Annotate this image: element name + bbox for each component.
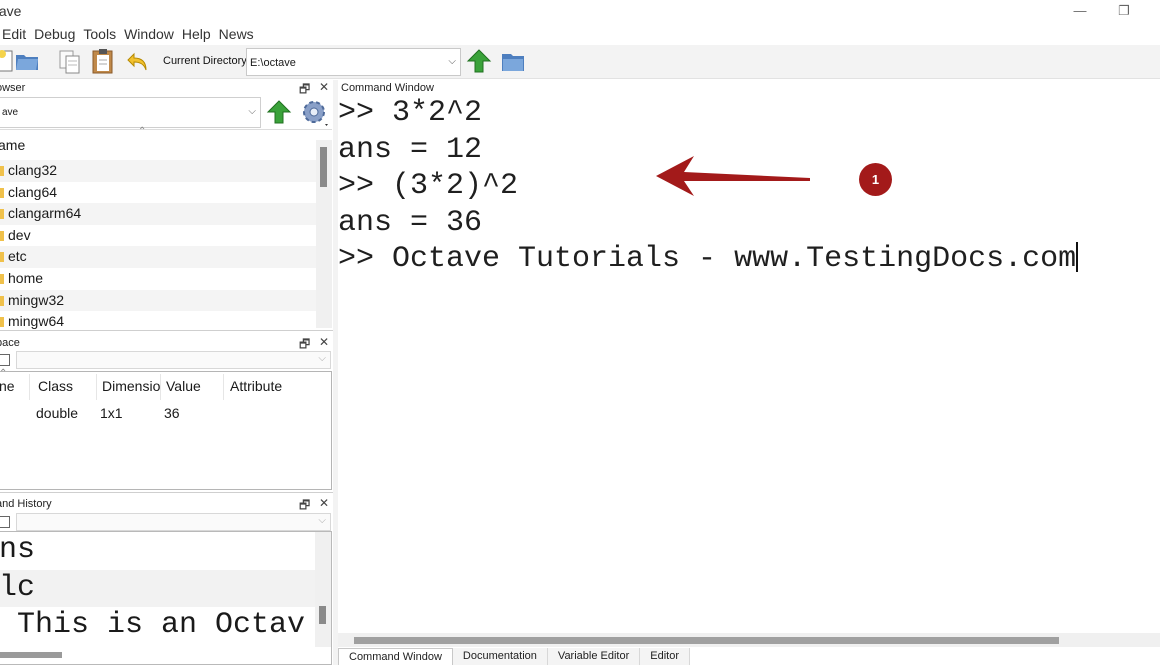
chevron-down-icon[interactable]: ⌵ [318, 353, 326, 364]
folder-item[interactable]: mingw64 [0, 311, 332, 329]
console-line: >> 3*2^2 [338, 96, 483, 130]
history-item[interactable]: ns [0, 532, 331, 570]
app-title: ctave [0, 3, 22, 19]
column-separator [160, 374, 161, 400]
close-icon[interactable]: ✕ [319, 496, 329, 510]
history-scroll-thumb[interactable] [319, 606, 326, 624]
folder-icon [0, 317, 4, 328]
tab-command-window[interactable]: Command Window [338, 648, 453, 665]
panel-divider [0, 492, 333, 493]
folder-icon [0, 209, 4, 220]
column-separator [96, 374, 97, 400]
history-item[interactable]: This is an Octav [0, 607, 331, 645]
current-directory-value: E:\octave [250, 57, 296, 69]
tab-editor[interactable]: Editor [640, 648, 691, 665]
open-folder-icon[interactable] [14, 48, 40, 74]
tab-variable-editor[interactable]: Variable Editor [547, 648, 641, 665]
folder-icon [0, 230, 4, 241]
folder-icon [0, 273, 4, 284]
restore-button[interactable]: ❐ [1101, 0, 1147, 24]
console-input-line[interactable]: >> Octave Tutorials - www.TestingDocs.co… [338, 241, 1160, 278]
folder-item[interactable]: clangarm64 [0, 203, 332, 225]
workspace-title: pace [0, 337, 20, 349]
tab-documentation[interactable]: Documentation [452, 648, 548, 665]
chevron-down-icon[interactable]: ⌵ [248, 106, 256, 117]
name-column-header: ame [0, 137, 26, 153]
annotation-arrow-icon [656, 156, 810, 196]
folder-item[interactable]: clang64 [0, 182, 332, 204]
file-browser-column-header[interactable]: ame [0, 130, 332, 160]
workspace-table: ne Class Dimensio Value Attribute double… [0, 371, 332, 490]
folder-item[interactable]: home [0, 268, 332, 290]
copy-icon[interactable] [57, 49, 83, 75]
chevron-down-icon[interactable]: ⌵ [318, 515, 326, 526]
paste-icon[interactable] [90, 48, 116, 74]
history-scrollbar[interactable] [315, 532, 331, 647]
menu-debug[interactable]: Debug [34, 23, 75, 45]
folder-icon [0, 187, 4, 198]
folder-item[interactable]: dev [0, 225, 332, 247]
history-filter-checkbox[interactable] [0, 516, 10, 528]
column-separator [223, 374, 224, 400]
folder-icon [0, 252, 4, 263]
console-line: ans = 36 [338, 205, 483, 240]
menu-window[interactable]: Window [124, 23, 174, 45]
menu-help[interactable]: Help [182, 23, 211, 45]
command-window-title: Command Window [341, 82, 434, 94]
menu-tools[interactable]: Tools [83, 23, 116, 45]
folder-item[interactable]: clang32 [0, 160, 332, 182]
folder-item[interactable]: mingw32 [0, 289, 332, 312]
workspace-filter-combo[interactable]: ⌵ [16, 351, 331, 369]
name-column-header[interactable]: ne [0, 378, 15, 394]
file-browser-scroll-thumb[interactable] [320, 147, 327, 187]
column-separator [29, 374, 30, 400]
file-browser-title: owser [0, 82, 26, 94]
attribute-column-header[interactable]: Attribute [230, 378, 282, 394]
command-window-hscroll-thumb[interactable] [354, 637, 1059, 644]
bottom-tab-bar: Command Window Documentation Variable Ed… [338, 648, 691, 665]
file-browser-path-combo[interactable]: ave ⌵ [0, 97, 261, 128]
menu-bar: Edit Debug Tools Window Help News [0, 23, 260, 45]
panel-divider [0, 330, 333, 331]
minimize-button[interactable]: — [1057, 0, 1103, 24]
text-cursor [1076, 242, 1079, 272]
menu-news[interactable]: News [219, 23, 254, 45]
annotation-badge: 1 [859, 163, 892, 196]
file-browser-path-value: ave [2, 107, 19, 118]
dimension-column-header[interactable]: Dimensio [102, 378, 160, 394]
undo-icon[interactable] [125, 48, 151, 74]
current-directory-input[interactable]: E:\octave ⌵ [246, 48, 461, 76]
history-filter-combo[interactable]: ⌵ [16, 513, 331, 531]
parent-directory-icon[interactable] [466, 48, 492, 74]
history-item[interactable]: lc [0, 569, 331, 607]
history-hscroll-thumb[interactable] [0, 652, 62, 658]
parent-directory-icon[interactable] [266, 99, 292, 125]
current-directory-label: Current Directory: [163, 55, 250, 67]
sort-indicator-icon: ⌃ [138, 126, 147, 137]
folder-icon [0, 166, 4, 176]
class-column-header[interactable]: Class [38, 378, 73, 394]
menu-edit[interactable]: Edit [2, 23, 26, 45]
command-history-list: ns lc This is an Octav [0, 531, 332, 665]
command-window-hscrollbar[interactable] [338, 633, 1160, 647]
settings-gear-icon[interactable] [299, 97, 331, 129]
command-history-title: and History [0, 498, 52, 510]
variable-value-cell[interactable]: 36 [164, 405, 180, 421]
workspace-filter-checkbox[interactable] [0, 354, 10, 366]
sort-indicator-icon: ⌃ [0, 368, 8, 379]
browse-directory-icon[interactable] [500, 48, 526, 74]
folder-item[interactable]: etc [0, 246, 332, 268]
file-browser-list: ame clang32 clang64 clangarm64 dev etc h… [0, 129, 332, 329]
close-icon[interactable]: ✕ [319, 80, 329, 94]
close-icon[interactable]: ✕ [319, 335, 329, 349]
chevron-down-icon[interactable]: ⌵ [448, 56, 456, 67]
variable-class-cell[interactable]: double [36, 405, 78, 421]
console-input-text: >> Octave Tutorials - www.TestingDocs.co… [338, 242, 1077, 276]
value-column-header[interactable]: Value [166, 378, 201, 394]
folder-icon [0, 295, 4, 306]
variable-dimension-cell[interactable]: 1x1 [100, 405, 123, 421]
